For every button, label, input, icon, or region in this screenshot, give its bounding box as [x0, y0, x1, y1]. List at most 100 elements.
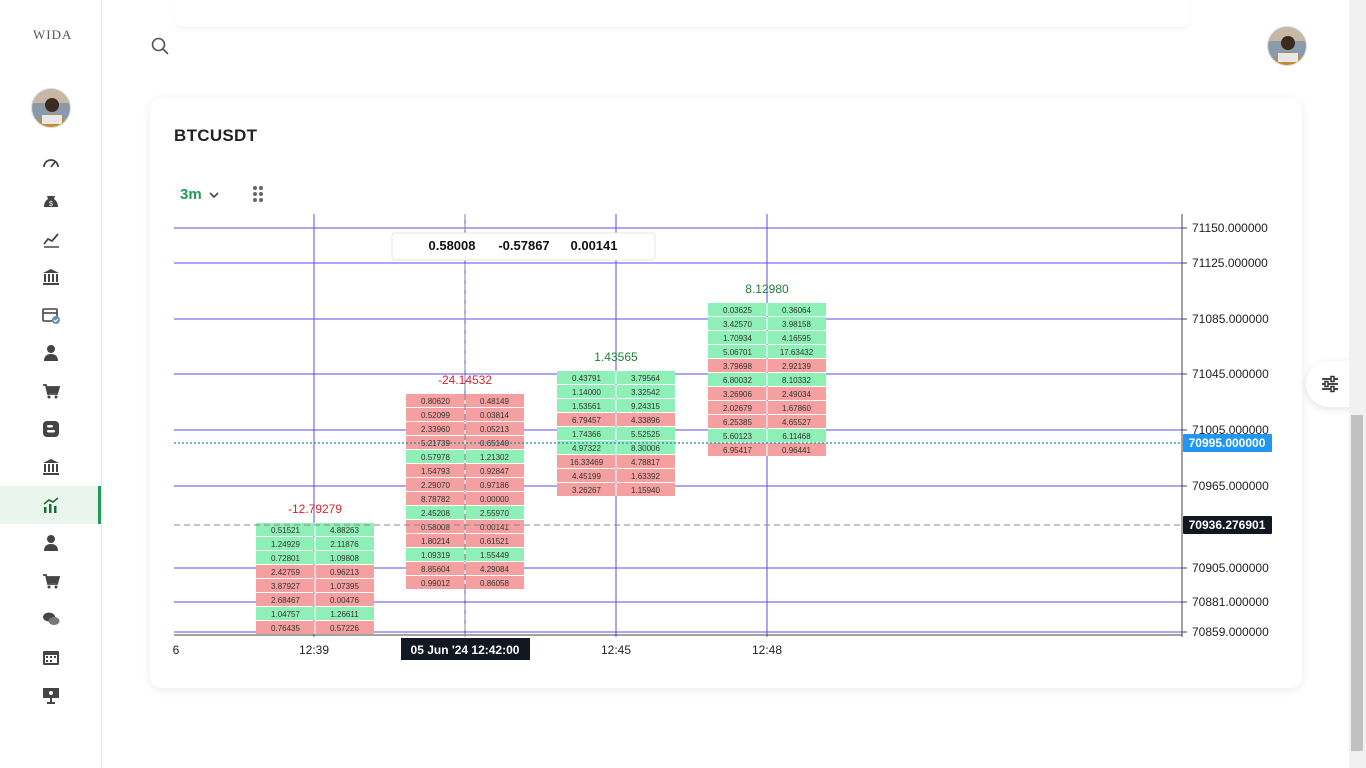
price-badge-label: 70995.000000 — [1189, 436, 1266, 450]
ask-volume: 3.79564 — [631, 374, 660, 383]
y-tick-label: 70905.000000 — [1192, 561, 1269, 575]
ask-volume: 2.11876 — [330, 540, 359, 549]
candle-delta-label: 1.43565 — [594, 350, 638, 364]
bid-volume: 0.52099 — [421, 411, 450, 420]
tooltip-value: 0.00141 — [571, 238, 618, 253]
y-tick-label: 71045.000000 — [1192, 367, 1269, 381]
bid-volume: 0.03625 — [723, 306, 752, 315]
ask-volume: 3.98158 — [782, 320, 811, 329]
ask-volume: 1.26611 — [330, 610, 359, 619]
ask-volume: 17.63432 — [780, 348, 814, 357]
ask-volume: 2.92139 — [782, 362, 811, 371]
bid-volume: 0.76435 — [271, 624, 300, 633]
app-root: WIDA $ BTCUSDT 3m 71150.000000 71125.000… — [0, 0, 1366, 768]
ask-volume: 1.09808 — [330, 554, 359, 563]
chart-settings-button[interactable] — [1306, 361, 1352, 407]
bid-volume: 2.68467 — [271, 596, 300, 605]
scrollbar-thumb[interactable] — [1351, 415, 1363, 751]
bid-volume: 5.06701 — [723, 348, 752, 357]
ask-volume: 1.55449 — [480, 551, 509, 560]
bid-volume: 2.29070 — [421, 481, 450, 490]
bid-volume: 1.14000 — [572, 388, 601, 397]
ask-volume: 0.00000 — [480, 495, 509, 504]
ask-volume: 8.30006 — [631, 444, 660, 453]
ask-volume: 0.86058 — [480, 579, 509, 588]
bid-volume: 3.42570 — [723, 320, 752, 329]
bid-volume: 2.02679 — [723, 404, 752, 413]
y-tick-label: 71085.000000 — [1192, 312, 1269, 326]
bid-volume: 0.80620 — [421, 397, 450, 406]
ask-volume: 2.49034 — [782, 390, 811, 399]
ask-volume: 5.52525 — [631, 430, 660, 439]
bid-volume: 6.80032 — [723, 376, 752, 385]
bid-volume: 2.45208 — [421, 509, 450, 518]
ask-volume: 0.00476 — [330, 596, 359, 605]
ask-volume: 4.78817 — [631, 458, 660, 467]
ask-volume: 6.11468 — [782, 432, 811, 441]
ask-volume: 0.57226 — [330, 624, 359, 633]
bid-volume: 0.57978 — [421, 453, 450, 462]
page-scrollbar[interactable] — [1349, 0, 1366, 768]
bid-volume: 6.95417 — [723, 446, 752, 455]
candle-delta-label: 8.12980 — [745, 282, 789, 296]
ask-volume: 1.63392 — [631, 472, 660, 481]
ask-volume: 0.00141 — [480, 523, 509, 532]
ask-volume: 4.29084 — [480, 565, 509, 574]
footprint-chart[interactable]: 71150.000000 71125.000000 71085.000000 7104… — [0, 0, 1366, 768]
bid-volume: 0.58008 — [421, 523, 450, 532]
tooltip-value: -0.57867 — [498, 238, 549, 253]
ask-volume: 0.97186 — [480, 481, 509, 490]
ask-volume: 4.16595 — [782, 334, 811, 343]
bid-volume: 3.26906 — [723, 390, 752, 399]
ask-volume: 1.67860 — [782, 404, 811, 413]
y-tick-label: 70965.000000 — [1192, 479, 1269, 493]
bid-volume: 1.80214 — [421, 537, 450, 546]
tooltip-value: 0.58008 — [429, 238, 476, 253]
y-tick-label: 71150.000000 — [1192, 221, 1268, 235]
bid-volume: 0.51521 — [271, 526, 300, 535]
ask-volume: 0.96213 — [330, 568, 359, 577]
ask-volume: 9.24315 — [631, 402, 660, 411]
bid-volume: 3.87927 — [271, 582, 300, 591]
bid-volume: 3.79698 — [723, 362, 752, 371]
ask-volume: 0.96441 — [782, 446, 811, 455]
x-tick-label: 6 — [173, 643, 180, 657]
ask-volume: 2.55970 — [480, 509, 509, 518]
bid-volume: 8.85604 — [421, 565, 450, 574]
ask-volume: 0.05213 — [480, 425, 509, 434]
bid-volume: 0.72801 — [271, 554, 300, 563]
bid-volume: 6.79457 — [572, 416, 601, 425]
bid-volume: 2.42759 — [271, 568, 300, 577]
ask-volume: 0.61521 — [480, 537, 509, 546]
x-tick-label: 12:39 — [299, 643, 329, 657]
bid-volume: 6.25385 — [723, 418, 752, 427]
ask-volume: 3.32542 — [631, 388, 660, 397]
ask-volume: 1.21302 — [480, 453, 509, 462]
ask-volume: 4.33896 — [631, 416, 660, 425]
bid-volume: 3.26267 — [572, 486, 601, 495]
ask-volume: 8.10332 — [782, 376, 811, 385]
ask-volume: 0.48149 — [480, 397, 509, 406]
ask-volume: 0.36064 — [782, 306, 811, 315]
bid-volume: 4.97322 — [572, 444, 601, 453]
ask-volume: 0.03814 — [480, 411, 509, 420]
ask-volume: 4.88263 — [330, 526, 359, 535]
x-tick-label: 12:45 — [601, 643, 631, 657]
bid-volume: 1.74366 — [572, 430, 601, 439]
y-tick-label: 70859.000000 — [1192, 625, 1269, 639]
ask-volume: 4.65527 — [782, 418, 811, 427]
bid-volume: 16.33469 — [570, 458, 604, 467]
bid-volume: 2.33960 — [421, 425, 450, 434]
bid-volume: 0.43791 — [572, 374, 601, 383]
bid-volume: 5.60123 — [723, 432, 752, 441]
bid-volume: 8.78782 — [421, 495, 450, 504]
y-tick-label: 70881.000000 — [1192, 595, 1269, 609]
crosshair-time-label: 05 Jun '24 12:42:00 — [411, 643, 520, 657]
price-badge-label: 70936.276901 — [1189, 518, 1266, 532]
candle-delta-label: -12.79279 — [288, 502, 342, 516]
y-tick-label: 71125.000000 — [1192, 256, 1268, 270]
sliders-icon — [1322, 375, 1338, 393]
bid-volume: 4.45199 — [572, 472, 601, 481]
bid-volume: 1.09319 — [421, 551, 450, 560]
bid-volume: 1.70934 — [723, 334, 752, 343]
